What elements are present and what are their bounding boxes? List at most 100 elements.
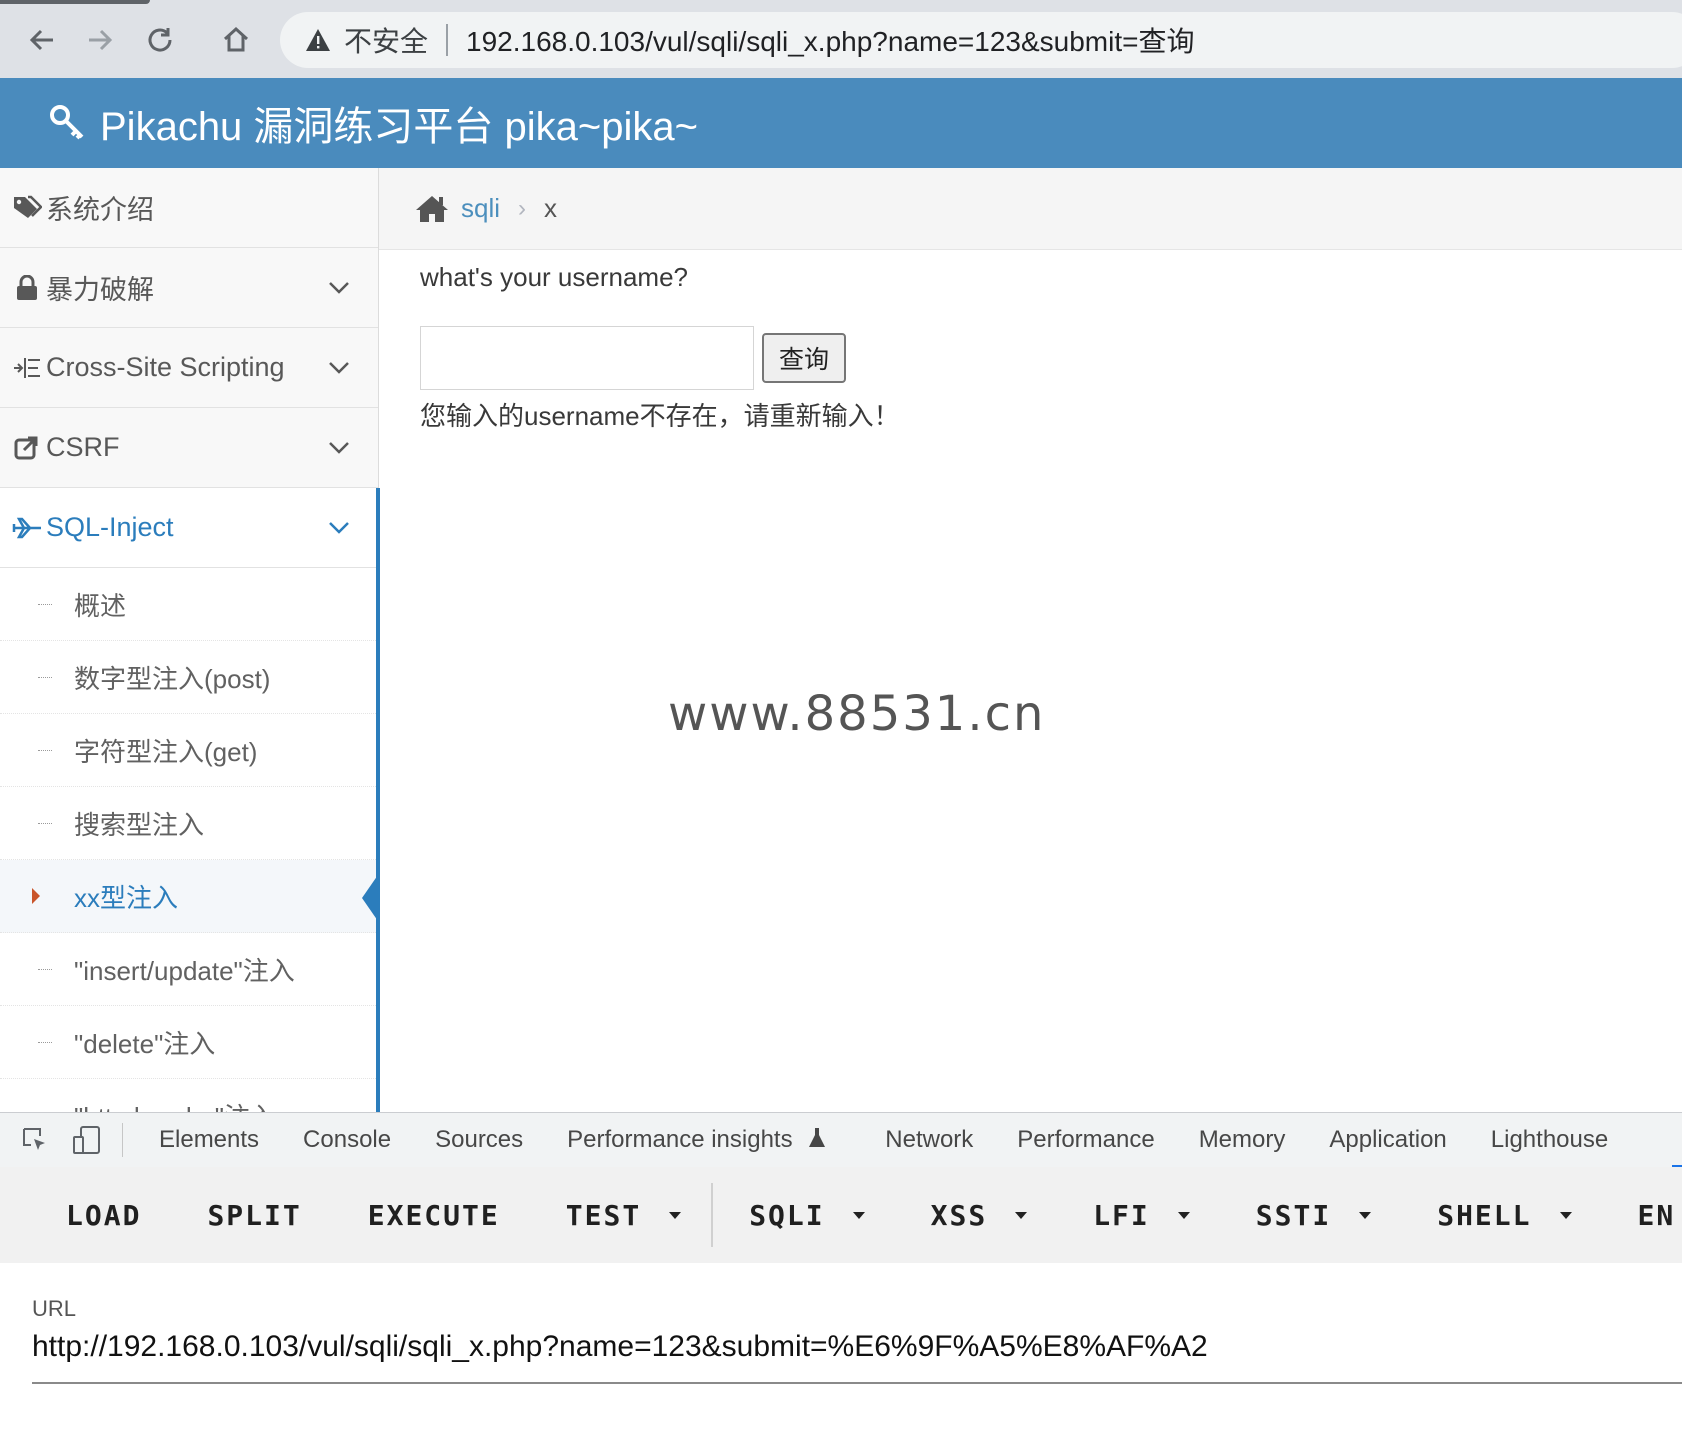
caret-down-icon [852, 1211, 865, 1219]
tab-elements[interactable]: Elements [137, 1126, 281, 1154]
chevron-down-icon[interactable] [328, 361, 358, 375]
button-label: SSTI [1255, 1198, 1332, 1232]
home-icon[interactable] [415, 194, 449, 224]
tab-lighthouse[interactable]: Lighthouse [1469, 1126, 1630, 1154]
chevron-down-icon[interactable] [328, 281, 358, 295]
username-prompt: what's your username? [420, 262, 688, 292]
watermark: www.88531.cn [668, 686, 1046, 742]
browser-toolbar: 不安全 192.168.0.103/vul/sqli/sqli_x.php?na… [0, 0, 1682, 78]
tab-console[interactable]: Console [281, 1126, 413, 1154]
caret-right-icon [32, 888, 40, 904]
submenu-item-numeric[interactable]: 数字型注入(post) [0, 641, 378, 714]
hackbar-url-panel: URL http://192.168.0.103/vul/sqli/sqli_x… [32, 1296, 1682, 1384]
submenu-item-xx[interactable]: xx型注入 [0, 860, 378, 933]
breadcrumb: sqli › x [379, 168, 1682, 250]
tree-connector [38, 677, 52, 678]
hackbar-divider [711, 1183, 714, 1247]
submenu-item-label: 概述 [74, 590, 127, 621]
url-field[interactable]: http://192.168.0.103/vul/sqli/sqli_x.php… [32, 1330, 1682, 1384]
sqli-dropdown[interactable]: SQLI [749, 1198, 865, 1232]
address-url[interactable]: 192.168.0.103/vul/sqli/sqli_x.php?name=1… [466, 20, 1194, 60]
tab-performance[interactable]: Performance [995, 1126, 1176, 1154]
warning-icon [304, 26, 332, 54]
tab-application[interactable]: Application [1307, 1126, 1468, 1154]
ssti-dropdown[interactable]: SSTI [1255, 1198, 1372, 1232]
share-icon [12, 435, 42, 461]
tree-connector [38, 969, 52, 970]
button-label: SPLIT [207, 1198, 302, 1232]
arrow-left-icon [29, 29, 53, 51]
submenu-item-overview[interactable]: 概述 [0, 568, 378, 641]
sidebar-item-label: CSRF [46, 432, 120, 462]
inspect-element-icon[interactable] [18, 1123, 52, 1157]
sidebar-item-sqli[interactable]: SQL-Inject [0, 488, 378, 568]
split-button[interactable]: SPLIT [207, 1199, 301, 1232]
submenu-item-label: 数字型注入(post) [74, 663, 271, 694]
query-button[interactable]: 查询 [762, 333, 846, 383]
caret-down-icon [1015, 1211, 1028, 1219]
sidebar-item-bruteforce[interactable]: 暴力破解 [0, 248, 378, 328]
execute-button[interactable]: EXECUTE [368, 1199, 500, 1232]
submenu-item-delete[interactable]: "delete"注入 [0, 1006, 378, 1079]
load-button[interactable]: LOAD [66, 1199, 141, 1232]
chevron-right-icon: › [518, 194, 527, 222]
chevron-down-icon[interactable] [328, 521, 358, 535]
sidebar-item-intro[interactable]: 系统介绍 [0, 168, 378, 248]
sidebar: 系统介绍 暴力破解 Cross-Site Scripting CSRF SQL-… [0, 168, 379, 1112]
sqli-submenu: 概述 数字型注入(post) 字符型注入(get) 搜索型注入 xx型注入 "i… [0, 568, 378, 1112]
main-content: what's your username? 查询 您输入的username不存在… [420, 262, 900, 431]
address-bar[interactable]: 不安全 192.168.0.103/vul/sqli/sqli_x.php?na… [280, 12, 1682, 68]
submenu-item-label: "insert/update"注入 [74, 955, 295, 986]
chevron-down-icon[interactable] [328, 441, 358, 455]
tab-strip-edge [0, 0, 150, 4]
forward-button[interactable] [78, 18, 122, 62]
sidebar-item-label: SQL-Inject [46, 512, 174, 542]
indent-icon [12, 356, 42, 380]
button-label: TEST [565, 1198, 642, 1232]
omnibox-divider [446, 24, 449, 56]
tab-performance-insights[interactable]: Performance insights [545, 1126, 849, 1154]
caret-down-icon [1359, 1211, 1372, 1219]
security-label[interactable]: 不安全 [344, 20, 428, 60]
tab-network[interactable]: Network [863, 1126, 995, 1154]
button-label: XSS [930, 1198, 988, 1232]
tree-connector [38, 604, 52, 605]
submenu-item-insert-update[interactable]: "insert/update"注入 [0, 933, 378, 1006]
lfi-dropdown[interactable]: LFI [1093, 1199, 1190, 1232]
button-label: EXECUTE [367, 1198, 500, 1232]
reload-icon [148, 28, 172, 52]
sidebar-item-label: Cross-Site Scripting [46, 352, 285, 382]
encoding-dropdown[interactable]: EN [1638, 1199, 1676, 1232]
submenu-item-label: "delete"注入 [74, 1028, 216, 1059]
submenu-item-http-header[interactable]: "http header"注入 [0, 1079, 378, 1112]
sidebar-item-csrf[interactable]: CSRF [0, 408, 378, 488]
site-header: Pikachu 漏洞练习平台 pika~pika~ [0, 78, 1682, 168]
flask-icon [809, 1128, 826, 1147]
query-form: 查询 [420, 326, 846, 390]
site-title[interactable]: Pikachu 漏洞练习平台 pika~pika~ [100, 94, 698, 152]
breadcrumb-link-sqli[interactable]: sqli [461, 193, 500, 224]
submenu-item-string[interactable]: 字符型注入(get) [0, 714, 378, 787]
shell-dropdown[interactable]: SHELL [1437, 1199, 1572, 1232]
test-dropdown[interactable]: TEST [565, 1198, 682, 1232]
arrow-right-icon [89, 29, 113, 51]
device-toolbar-icon[interactable] [70, 1123, 104, 1157]
result-message: 您输入的username不存在，请重新输入！ [420, 401, 900, 431]
sidebar-active-edge [376, 488, 380, 1112]
back-button[interactable] [20, 18, 64, 62]
submenu-item-label: 字符型注入(get) [74, 736, 258, 767]
xss-dropdown[interactable]: XSS [931, 1199, 1028, 1232]
reload-button[interactable] [138, 18, 182, 62]
home-button[interactable] [214, 18, 258, 62]
tab-memory[interactable]: Memory [1177, 1126, 1308, 1154]
button-label: SQLI [749, 1198, 825, 1232]
sidebar-item-xss[interactable]: Cross-Site Scripting [0, 328, 378, 408]
username-input[interactable] [420, 326, 754, 390]
button-label: LOAD [66, 1198, 142, 1232]
submenu-item-label: xx型注入 [74, 882, 179, 913]
sidebar-item-label: 系统介绍 [46, 195, 154, 225]
submenu-item-search[interactable]: 搜索型注入 [0, 787, 378, 860]
lock-icon [12, 274, 42, 301]
tab-sources[interactable]: Sources [413, 1126, 545, 1154]
submenu-item-label: "http header"注入 [74, 1097, 276, 1113]
